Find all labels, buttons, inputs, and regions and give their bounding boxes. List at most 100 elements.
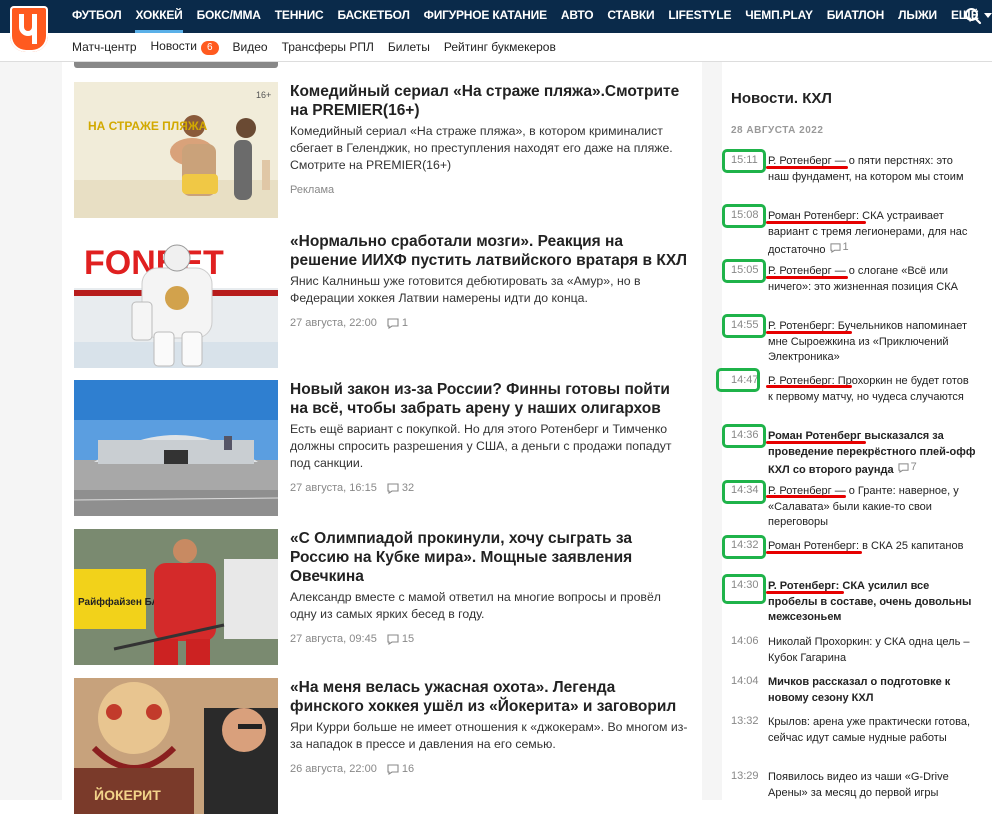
article-meta: 26 августа, 22:00 16	[290, 763, 690, 775]
nav-bets[interactable]: СТАВКИ	[607, 0, 654, 33]
comment-icon	[898, 463, 909, 473]
ad-label: Реклама	[290, 184, 335, 196]
news-headline[interactable]: Роман Ротенберг: СКА устраивает вариант …	[768, 209, 976, 258]
news-headline[interactable]: Появилось видео из чаши «G-Drive Арены» …	[768, 770, 976, 801]
nav-boxing[interactable]: БОКС/ММА	[197, 0, 261, 33]
nav-lifestyle[interactable]: LIFESTYLE	[668, 0, 731, 33]
comments-link[interactable]: 15	[387, 633, 414, 645]
article-meta: Реклама	[290, 184, 690, 196]
underline-mark	[766, 276, 848, 279]
article-image-goalie[interactable]: FONBET	[74, 232, 278, 368]
nav-figure-skating[interactable]: ФИГУРНОЕ КАТАНИЕ	[424, 0, 547, 33]
sub-transfers[interactable]: Трансферы РПЛ	[282, 40, 374, 54]
news-headline[interactable]: Р. Ротенберг: СКА усилил все пробелы в с…	[768, 579, 976, 626]
article-body: «На меня велась ужасная охота». Легенда …	[290, 678, 690, 775]
article-lead: Александр вместе с мамой ответил на мног…	[290, 590, 661, 621]
comments-count: 32	[401, 482, 415, 494]
news-headline[interactable]: Николай Прохоркин: у СКА одна цель – Куб…	[768, 635, 976, 666]
sub-navbar: Матч-центр Новости 6 Видео Трансферы РПЛ …	[0, 33, 992, 62]
article-title[interactable]: Комедийный сериал «На страже пляжа».Смот…	[290, 82, 690, 120]
site-logo[interactable]	[10, 6, 48, 52]
news-headline-text: Роман Ротенберг высказался за проведение…	[768, 430, 976, 476]
search-icon[interactable]	[964, 7, 982, 25]
news-time: 15:11	[731, 154, 758, 166]
sidebar-title[interactable]: Новости. КХЛ	[731, 90, 832, 107]
news-headline[interactable]: Р. Ротенберг: Бучельников напоминает мне…	[768, 319, 976, 366]
nav-football[interactable]: ФУТБОЛ	[72, 0, 122, 33]
underline-mark	[766, 495, 846, 498]
comments-link[interactable]: 1	[830, 240, 849, 256]
underline-mark	[766, 331, 852, 334]
nav-basketball[interactable]: БАСКЕТБОЛ	[338, 0, 410, 33]
news-time: 14:04	[731, 675, 759, 687]
article-card[interactable]: Райффайзен БАНК «С Олимпиадой прокинули,…	[74, 529, 690, 665]
article-title[interactable]: «На меня велась ужасная охота». Легенда …	[290, 678, 690, 716]
news-headline[interactable]: Крылов: арена уже практически готова, се…	[768, 715, 976, 746]
sub-news[interactable]: Новости 6	[151, 39, 219, 55]
chevron-down-icon	[983, 13, 992, 19]
news-time: 15:08	[731, 209, 759, 221]
article-title[interactable]: «Нормально сработали мозги». Реакция на …	[290, 232, 690, 270]
article-meta: 27 августа, 09:45 15	[290, 633, 690, 645]
comments-link[interactable]: 16	[387, 763, 414, 775]
article-lead: Комедийный сериал «На страже пляжа», в к…	[290, 124, 673, 172]
jokerit-text: ЙОКЕРИТ	[94, 786, 161, 803]
news-headline[interactable]: Р. Ротенберг — о Гранте: наверное, у «Са…	[768, 484, 976, 531]
news-time: 14:47	[731, 374, 759, 386]
article-body: «Нормально сработали мозги». Реакция на …	[290, 232, 690, 329]
comments-link[interactable]: 32	[387, 482, 414, 494]
news-headline[interactable]: Мичков рассказал о подготовке к новому с…	[768, 675, 976, 706]
sidebar-date: 28 АВГУСТА 2022	[731, 125, 824, 136]
article-date: 26 августа, 22:00	[290, 763, 377, 775]
news-time: 14:30	[731, 579, 759, 591]
article-image-arena[interactable]	[74, 380, 278, 516]
article-lead: Янис Калниньш уже готовится дебютировать…	[290, 274, 641, 305]
news-time: 13:29	[731, 770, 759, 782]
underline-mark	[766, 551, 862, 554]
news-time: 14:34	[731, 484, 759, 496]
news-headline[interactable]: Роман Ротенберг высказался за проведение…	[768, 429, 976, 478]
nav-ski[interactable]: ЛЫЖИ	[898, 0, 937, 33]
news-time: 14:32	[731, 539, 759, 551]
article-date: 27 августа, 09:45	[290, 633, 377, 645]
comments-link[interactable]: 1	[387, 317, 408, 329]
nav-champ-play[interactable]: ЧЕМП.PLAY	[745, 0, 813, 33]
news-headline[interactable]: Р. Ротенберг: Прохоркин не будет готов к…	[768, 374, 976, 405]
article-title[interactable]: «С Олимпиадой прокинули, хочу сыграть за…	[290, 529, 690, 586]
comments-count: 1	[842, 241, 849, 253]
nav-auto[interactable]: АВТО	[561, 0, 594, 33]
article-date: 27 августа, 16:15	[290, 482, 377, 494]
article-image-jokerit[interactable]: ЙОКЕРИТ	[74, 678, 278, 814]
news-headline-text: Роман Ротенберг: СКА устраивает вариант …	[768, 210, 968, 256]
article-image-ovechkin[interactable]: Райффайзен БАНК	[74, 529, 278, 665]
article-card[interactable]: FONBET «Нормально сработали мозги». Реак…	[74, 232, 690, 368]
sub-news-label: Новости	[150, 39, 197, 53]
news-time: 13:32	[731, 715, 759, 727]
comment-icon	[387, 317, 399, 329]
sub-bookmakers[interactable]: Рейтинг букмекеров	[444, 40, 556, 54]
article-card[interactable]: ЙОКЕРИТ «На меня велась ужасная охота». …	[74, 678, 690, 814]
article-body: «С Олимпиадой прокинули, хочу сыграть за…	[290, 529, 690, 645]
article-body: Комедийный сериал «На страже пляжа».Смот…	[290, 82, 690, 196]
sub-tickets[interactable]: Билеты	[388, 40, 430, 54]
article-card[interactable]: Новый закон из-за России? Финны готовы п…	[74, 380, 690, 516]
nav-tennis[interactable]: ТЕННИС	[275, 0, 324, 33]
comment-icon	[387, 482, 399, 494]
main-nav: ФУТБОЛ ХОККЕЙ БОКС/ММА ТЕННИС БАСКЕТБОЛ …	[72, 0, 992, 33]
nav-hockey[interactable]: ХОККЕЙ	[135, 0, 183, 33]
news-headline[interactable]: Р. Ротенберг — о пяти перстнях: это наш …	[768, 154, 976, 185]
underline-mark	[766, 385, 852, 388]
sub-match-center[interactable]: Матч-центр	[72, 40, 137, 54]
left-gutter	[0, 62, 62, 800]
sub-video[interactable]: Видео	[233, 40, 268, 54]
news-time: 15:05	[731, 264, 759, 276]
article-image-beach[interactable]: НА СТРАЖЕ ПЛЯЖА 16+	[74, 82, 278, 218]
article-title[interactable]: Новый закон из-за России? Финны готовы п…	[290, 380, 690, 418]
article-lead: Яри Курри больше не имеет отношения к «д…	[290, 720, 688, 751]
article-meta: 27 августа, 16:15 32	[290, 482, 690, 494]
beach-logo-text: НА СТРАЖЕ ПЛЯЖА	[88, 119, 208, 133]
article-card[interactable]: НА СТРАЖЕ ПЛЯЖА 16+ Комедийный сериал «Н…	[74, 82, 690, 218]
comments-link[interactable]: 7	[898, 460, 917, 476]
news-headline[interactable]: Р. Ротенберг — о слогане «Всё или ничего…	[768, 264, 976, 295]
nav-biathlon[interactable]: БИАТЛОН	[827, 0, 885, 33]
